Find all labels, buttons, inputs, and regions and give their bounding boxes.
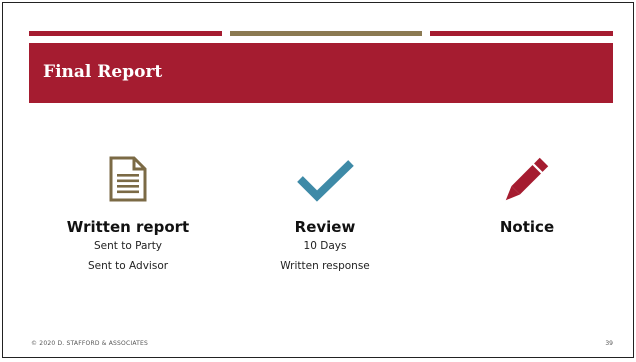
footer-copyright: © 2020 D. STAFFORD & ASSOCIATES bbox=[31, 340, 149, 347]
column-heading: Review bbox=[294, 218, 356, 236]
top-accent-bar-left bbox=[29, 31, 222, 36]
column-line: Written response bbox=[280, 260, 370, 272]
column-written-report: Written report Sent to Party Sent to Adv… bbox=[38, 155, 218, 276]
column-line: Sent to Advisor bbox=[87, 260, 169, 272]
column-heading: Written report bbox=[66, 218, 190, 236]
title-band: Final Report bbox=[29, 43, 613, 103]
column-heading: Notice bbox=[499, 218, 555, 236]
slide: Final Report Written report Sent to Part… bbox=[2, 2, 634, 358]
page-number: 39 bbox=[605, 340, 613, 347]
checkmark-icon bbox=[297, 160, 354, 202]
pencil-icon bbox=[505, 157, 549, 201]
slide-title: Final Report bbox=[43, 62, 163, 82]
column-line: 10 Days bbox=[303, 240, 347, 252]
top-accent-bar-center bbox=[230, 31, 422, 36]
column-review: Review 10 Days Written response bbox=[235, 155, 415, 276]
column-line: Sent to Party bbox=[93, 240, 163, 252]
column-notice: Notice bbox=[437, 155, 617, 236]
top-accent-bar-right bbox=[430, 31, 613, 36]
document-icon bbox=[109, 156, 147, 202]
